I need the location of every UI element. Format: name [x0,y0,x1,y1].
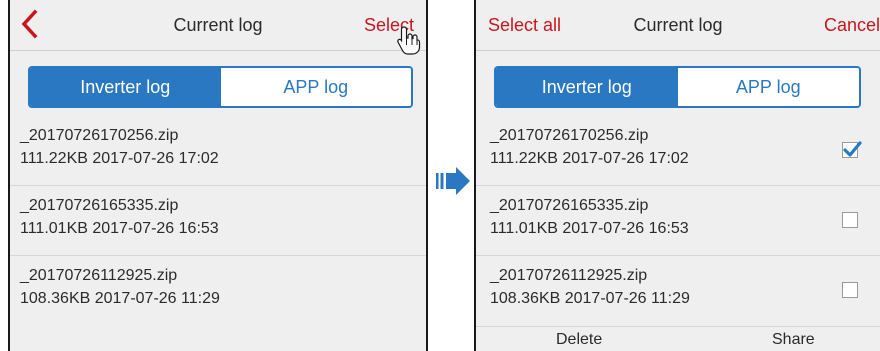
file-name: _20170726112925.zip [490,267,648,284]
list-item[interactable]: _20170726170256.zip 111.22KB 2017-07-26 … [476,116,880,186]
file-name: _20170726165335.zip [20,197,179,214]
right-arrow-icon [436,167,470,195]
file-meta: 111.22KB 2017-07-26 17:02 [20,150,219,167]
list-item[interactable]: _20170726165335.zip 111.01KB 2017-07-26 … [10,186,426,256]
file-checkbox[interactable] [842,282,858,298]
hand-pointer-icon [397,26,421,55]
log-file-list: _20170726170256.zip 111.22KB 2017-07-26 … [10,116,426,326]
file-meta: 111.01KB 2017-07-26 16:53 [490,220,689,237]
list-item[interactable]: _20170726165335.zip 111.01KB 2017-07-26 … [476,186,880,256]
header: Current log Select [10,0,426,55]
right-screen: Select all Current log Cancel Inverter l… [474,0,880,351]
bottom-action-bar: Delete Share [476,326,880,351]
file-meta: 111.22KB 2017-07-26 17:02 [490,150,689,167]
file-meta: 108.36KB 2017-07-26 11:29 [20,290,220,307]
file-checkbox[interactable] [842,212,858,228]
tab-inverter-log[interactable]: Inverter log [30,68,221,106]
file-meta: 108.36KB 2017-07-26 11:29 [490,290,690,307]
file-name: _20170726112925.zip [20,267,178,284]
file-name: _20170726170256.zip [20,127,179,144]
tab-inverter-log[interactable]: Inverter log [496,68,678,106]
left-screen: Current log Select Inverter log APP log … [8,0,428,351]
delete-button[interactable]: Delete [556,331,602,349]
list-item[interactable]: _20170726170256.zip 111.22KB 2017-07-26 … [10,116,426,186]
tab-app-log[interactable]: APP log [677,68,859,106]
file-name: _20170726170256.zip [490,127,649,144]
checkmark-icon [843,141,862,157]
file-name: _20170726165335.zip [490,197,649,214]
log-type-tabs: Inverter log APP log [28,66,413,108]
log-type-tabs: Inverter log APP log [494,66,861,108]
share-button[interactable]: Share [772,331,815,349]
file-meta: 111.01KB 2017-07-26 16:53 [20,220,219,237]
list-item[interactable]: _20170726112925.zip 108.36KB 2017-07-26 … [476,256,880,326]
log-file-list: _20170726170256.zip 111.22KB 2017-07-26 … [476,116,880,326]
cancel-button[interactable]: Cancel [824,15,880,36]
file-checkbox[interactable] [842,141,862,158]
tab-app-log[interactable]: APP log [220,68,411,106]
header: Select all Current log Cancel [476,0,880,51]
list-item[interactable]: _20170726112925.zip 108.36KB 2017-07-26 … [10,256,426,326]
page-title: Current log [633,15,723,35]
